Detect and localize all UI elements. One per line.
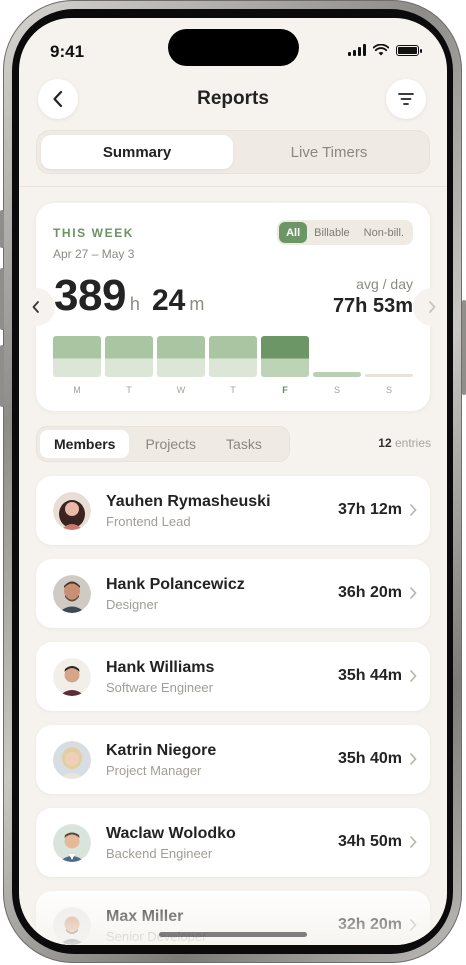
day-column[interactable]: T — [209, 335, 257, 395]
filter-non-billable[interactable]: Non-bill. — [357, 222, 411, 243]
billing-filter: All Billable Non-bill. — [277, 220, 413, 245]
day-column[interactable]: S — [313, 335, 361, 395]
filter-all[interactable]: All — [279, 222, 308, 243]
day-bar — [365, 374, 413, 377]
signal-icon — [348, 44, 366, 56]
power-button — [462, 300, 466, 395]
member-time: 35h 40m — [337, 750, 402, 767]
day-label: T — [126, 385, 132, 395]
divider — [19, 186, 447, 187]
member-row[interactable]: Yauhen Rymasheuski Frontend Lead 37h 12m — [36, 476, 430, 545]
chevron-right-icon — [410, 753, 417, 765]
member-time: 34h 50m — [337, 833, 402, 850]
volume-up-button — [0, 268, 4, 330]
tab-projects[interactable]: Projects — [131, 430, 210, 458]
chevron-left-icon — [32, 301, 39, 313]
member-name: Hank Williams — [106, 659, 215, 676]
chevron-right-icon — [410, 504, 417, 516]
total-time: 389 h 24 m — [54, 271, 216, 321]
day-label: W — [176, 385, 186, 395]
page-title: Reports — [197, 88, 269, 109]
filter-billable[interactable]: Billable — [307, 222, 356, 243]
member-time: 37h 12m — [337, 501, 402, 518]
day-label: M — [73, 385, 81, 395]
day-label: S — [333, 385, 340, 395]
member-role: Frontend Lead — [106, 514, 191, 529]
avg-value: 77h 53m — [332, 295, 413, 317]
member-row[interactable]: Waclaw Wolodko Backend Engineer 34h 50m — [36, 808, 430, 877]
day-bar — [313, 372, 361, 377]
filter-button[interactable] — [386, 79, 426, 119]
status-icons — [348, 44, 422, 56]
week-range: Apr 27 – May 3 — [53, 247, 135, 261]
total-hours: 389 — [54, 271, 126, 320]
entries-count: 12 entries — [378, 436, 431, 450]
tab-members[interactable]: Members — [40, 430, 130, 458]
total-minutes: 24 — [151, 284, 186, 317]
next-week-button[interactable] — [413, 288, 447, 326]
member-time: 36h 20m — [337, 584, 402, 601]
view-switcher: Summary Live Timers — [36, 130, 430, 174]
avatar — [53, 575, 91, 613]
member-row[interactable]: Hank Williams Software Engineer 35h 44m — [36, 642, 430, 711]
day-bar — [157, 336, 205, 377]
minutes-unit: m — [189, 294, 205, 314]
member-name: Max Miller — [106, 908, 184, 925]
filter-icon — [398, 93, 414, 105]
home-indicator[interactable] — [159, 932, 307, 937]
screen: 9:41 Reports Summary Live Timers THIS WE… — [19, 18, 447, 945]
chevron-right-icon — [410, 587, 417, 599]
day-label: S — [385, 385, 392, 395]
day-column[interactable]: W — [157, 335, 205, 395]
day-column[interactable]: F — [261, 335, 309, 395]
avatar — [53, 907, 91, 945]
member-role: Software Engineer — [106, 680, 213, 695]
member-time: 32h 20m — [337, 916, 402, 933]
member-row[interactable]: Katrin Niegore Project Manager 35h 40m — [36, 725, 430, 794]
member-name: Waclaw Wolodko — [106, 825, 236, 842]
day-column[interactable]: T — [105, 335, 153, 395]
member-role: Backend Engineer — [106, 846, 213, 861]
avg-label: avg / day — [356, 276, 413, 292]
entries-label: entries — [394, 436, 431, 450]
member-name: Yauhen Rymasheuski — [106, 493, 271, 510]
chevron-right-icon — [410, 919, 417, 931]
chevron-right-icon — [410, 670, 417, 682]
status-time: 9:41 — [50, 42, 85, 61]
tab-tasks[interactable]: Tasks — [212, 430, 276, 458]
day-bar — [261, 336, 309, 377]
member-time: 35h 44m — [337, 667, 402, 684]
volume-down-button — [0, 345, 4, 407]
day-label: T — [230, 385, 236, 395]
member-row[interactable]: Hank Polancewicz Designer 36h 20m — [36, 559, 430, 628]
avatar — [53, 492, 91, 530]
tab-summary[interactable]: Summary — [41, 135, 233, 169]
member-role: Designer — [106, 597, 159, 612]
day-label: F — [282, 385, 288, 395]
day-column[interactable]: M — [53, 335, 101, 395]
hours-unit: h — [129, 294, 140, 314]
tab-live-timers[interactable]: Live Timers — [233, 135, 425, 169]
member-name: Katrin Niegore — [106, 742, 217, 759]
day-column[interactable]: S — [365, 335, 413, 395]
day-bar — [53, 336, 101, 377]
chevron-right-icon — [429, 301, 436, 313]
member-role: Project Manager — [106, 763, 202, 778]
week-summary-card: THIS WEEK Apr 27 – May 3 All Billable No… — [36, 203, 430, 411]
entries-number: 12 — [378, 436, 392, 450]
wifi-icon — [373, 44, 389, 56]
chevron-right-icon — [410, 836, 417, 848]
day-bar — [209, 336, 257, 377]
member-name: Hank Polancewicz — [106, 576, 245, 593]
daily-bars: MTWTFSS — [53, 335, 413, 395]
day-bar — [105, 336, 153, 377]
silent-switch — [0, 210, 4, 248]
avatar — [53, 824, 91, 862]
avatar — [53, 658, 91, 696]
group-switcher: Members Projects Tasks — [36, 426, 290, 462]
week-label: THIS WEEK — [53, 226, 135, 240]
battery-icon — [396, 44, 422, 56]
dynamic-island — [168, 29, 299, 66]
avatar — [53, 741, 91, 779]
